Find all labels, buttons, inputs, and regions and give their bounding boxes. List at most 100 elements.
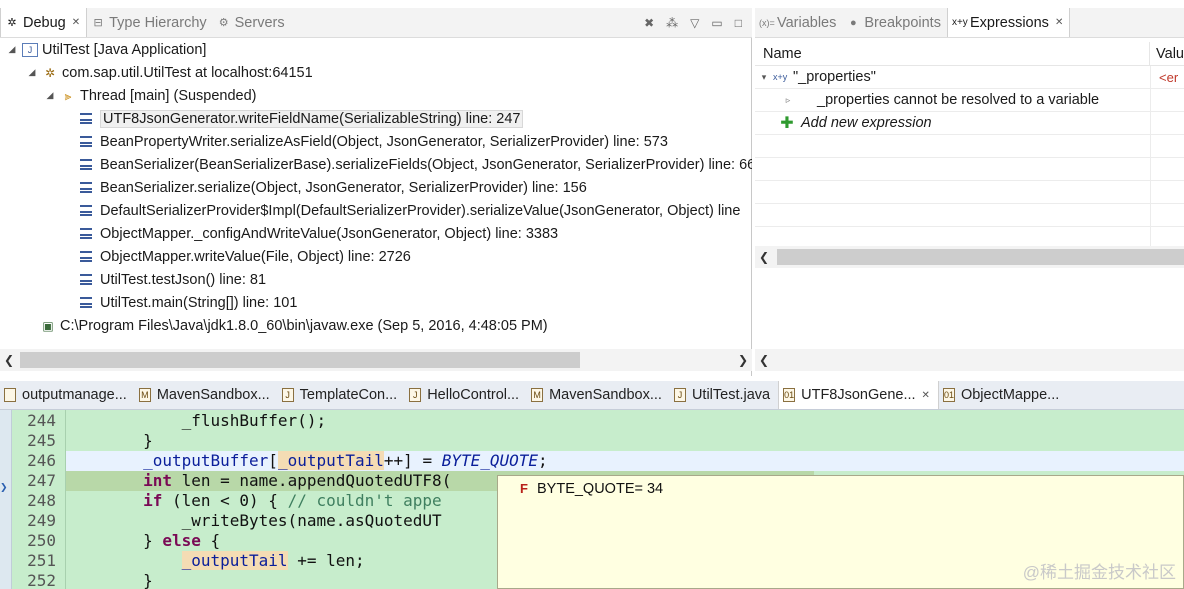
tree-item-launch[interactable]: ◢ J UtilTest [Java Application] <box>6 38 207 61</box>
editor-tab-label: UtilTest.java <box>691 387 771 403</box>
editor-tab[interactable]: J TemplateCon... <box>278 381 406 409</box>
stack-frame-row[interactable]: UTF8JsonGenerator.writeFieldName(Seriali… <box>80 107 524 130</box>
column-header-name[interactable]: Name <box>755 42 1151 65</box>
tab-label: Expressions <box>969 14 1049 31</box>
scroll-track[interactable] <box>18 352 734 368</box>
expand-toggle-icon[interactable]: ◢ <box>44 90 56 101</box>
stack-frame-icon <box>80 205 92 216</box>
tab-breakpoints[interactable]: ● Breakpoints <box>842 8 947 37</box>
code-line: if (len < 0) { // couldn't appe <box>143 491 442 510</box>
stack-frame-label: BeanSerializer.serialize(Object, JsonGen… <box>100 179 587 196</box>
stack-frame-row[interactable]: UtilTest.testJson() line: 81 <box>80 268 266 291</box>
stack-frame-row[interactable]: BeanSerializer.serialize(Object, JsonGen… <box>80 176 587 199</box>
tab-type-hierarchy[interactable]: ⊟ Type Hierarchy <box>87 8 213 37</box>
scroll-left-icon[interactable]: ❮ <box>0 353 18 367</box>
detail-horizontal-scrollbar[interactable]: ❮ <box>755 349 1184 371</box>
scroll-left-icon[interactable]: ❮ <box>755 250 773 264</box>
step-filters-icon[interactable]: ⁂ <box>666 16 678 30</box>
debug-target-icon: ✲ <box>44 65 56 80</box>
line-number: 251 <box>27 551 56 570</box>
java-file-icon: J <box>281 388 294 402</box>
stack-frame-row[interactable]: BeanPropertyWriter.serializeAsField(Obje… <box>80 130 668 153</box>
remove-terminated-icon[interactable]: ✖ <box>644 16 654 30</box>
stack-frame-row[interactable]: UtilTest.main(String[]) line: 101 <box>80 291 297 314</box>
code-line: _outputTail += len; <box>181 551 365 570</box>
tab-expressions[interactable]: x+y Expressions ✕ <box>946 8 1071 37</box>
tab-debug[interactable]: ✲ Debug ✕ <box>0 8 88 37</box>
tab-variables[interactable]: (x)= Variables <box>755 8 842 37</box>
line-number-gutter: 244 245 246 247 248 249 250 251 252 <box>12 410 66 589</box>
editor-tab[interactable]: M MavenSandbox... <box>527 381 670 409</box>
expression-row[interactable]: ▾ x+y "_properties" <er <box>755 66 1184 89</box>
close-icon[interactable]: ✕ <box>72 17 80 28</box>
stack-frame-row[interactable]: ObjectMapper.writeValue(File, Object) li… <box>80 245 411 268</box>
editor-ruler[interactable]: ❯ <box>0 410 12 589</box>
editor-tab[interactable]: J HelloControl... <box>405 381 527 409</box>
editor-tab-label: HelloControl... <box>427 387 520 403</box>
close-icon[interactable]: ✕ <box>922 390 930 401</box>
expand-toggle-icon[interactable]: ▾ <box>755 72 773 83</box>
tab-label: Variables <box>777 14 837 31</box>
debug-horizontal-scrollbar[interactable]: ❮ ❯ <box>0 349 752 371</box>
tab-label: Type Hierarchy <box>109 14 207 31</box>
scroll-right-icon[interactable]: ❯ <box>734 353 752 367</box>
editor-tab-label: MavenSandbox... <box>549 387 662 403</box>
line-number: 252 <box>27 571 56 589</box>
expand-toggle-icon[interactable]: ◢ <box>6 44 18 55</box>
tree-item-thread[interactable]: ◢ ⫸ Thread [main] (Suspended) <box>44 84 257 107</box>
editor-tab-active[interactable]: 01 UTF8JsonGene... ✕ <box>778 381 939 409</box>
scroll-left-icon[interactable]: ❮ <box>755 353 773 367</box>
stack-frame-label: ObjectMapper.writeValue(File, Object) li… <box>100 248 411 265</box>
close-icon[interactable]: ✕ <box>1055 17 1063 28</box>
editor-tab-label: UTF8JsonGene... <box>801 387 916 403</box>
code-line: } else { <box>66 531 221 550</box>
code-line: } <box>66 431 153 450</box>
stack-frame-label: ObjectMapper._configAndWriteValue(JsonGe… <box>100 225 559 242</box>
expand-toggle-icon[interactable]: ◢ <box>26 67 38 78</box>
expressions-horizontal-scrollbar[interactable]: ❮ <box>755 246 1184 268</box>
stack-frame-row[interactable]: ObjectMapper._configAndWriteValue(JsonGe… <box>80 222 558 245</box>
scroll-track[interactable] <box>773 352 1184 368</box>
stack-frame-row[interactable]: DefaultSerializerProvider$Impl(DefaultSe… <box>80 199 740 222</box>
editor-tabbar: outputmanage... M MavenSandbox... J Temp… <box>0 381 1184 410</box>
column-header-value[interactable]: Valu <box>1150 46 1184 62</box>
expression-name-cell: ▹ _properties cannot be resolved to a va… <box>755 89 1151 111</box>
process-icon: ▣ <box>42 318 54 333</box>
editor-tab[interactable]: 01 ObjectMappe... <box>939 381 1067 409</box>
tree-item-debug-target[interactable]: ◢ ✲ com.sap.util.UtilTest at localhost:6… <box>26 61 313 84</box>
tree-item-process[interactable]: ▣ C:\Program Files\Java\jdk1.8.0_60\bin\… <box>40 314 547 337</box>
stack-frame-label: UtilTest.main(String[]) line: 101 <box>100 294 298 311</box>
editor-tab[interactable]: outputmanage... <box>0 381 135 409</box>
scroll-thumb[interactable] <box>777 249 1184 265</box>
tab-servers[interactable]: ⚙ Servers <box>213 8 291 37</box>
expand-toggle-icon[interactable]: ▹ <box>779 95 797 106</box>
variables-icon: (x)= <box>759 17 775 28</box>
tree-item-label: UtilTest [Java Application] <box>42 41 207 58</box>
watch-expression-icon: x+y <box>773 71 788 82</box>
expression-name-cell: ✚ Add new expression <box>755 112 1151 134</box>
editor-tab[interactable]: J UtilTest.java <box>670 381 778 409</box>
stack-frame-label: DefaultSerializerProvider$Impl(DefaultSe… <box>100 202 741 219</box>
tab-label: Servers <box>234 14 285 31</box>
view-menu-icon[interactable]: ▽ <box>690 16 699 30</box>
empty-cell <box>755 158 1151 180</box>
tab-label: Breakpoints <box>864 14 941 31</box>
scroll-track[interactable] <box>773 249 1184 265</box>
stack-frame-row[interactable]: BeanSerializer(BeanSerializerBase).seria… <box>80 153 752 176</box>
tree-item-label: Thread [main] (Suspended) <box>80 87 257 104</box>
empty-row <box>755 135 1184 158</box>
editor-tab[interactable]: M MavenSandbox... <box>135 381 278 409</box>
maximize-icon[interactable]: □ <box>735 16 742 30</box>
expression-row[interactable]: ▹ _properties cannot be resolved to a va… <box>755 89 1184 112</box>
expressions-icon: x+y <box>951 16 968 28</box>
scroll-thumb[interactable] <box>20 352 580 368</box>
stack-frame-icon <box>80 136 92 147</box>
add-plus-icon: ✚ <box>780 115 794 132</box>
editor-tab-label: outputmanage... <box>22 387 127 403</box>
code-line: _writeBytes(name.asQuotedUT <box>66 511 442 530</box>
expression-value: <er <box>1159 69 1179 85</box>
line-number: 250 <box>27 531 56 550</box>
stack-frame-label: UtilTest.testJson() line: 81 <box>100 271 267 288</box>
add-expression-row[interactable]: ✚ Add new expression <box>755 112 1184 135</box>
minimize-icon[interactable]: ▭ <box>711 16 722 30</box>
